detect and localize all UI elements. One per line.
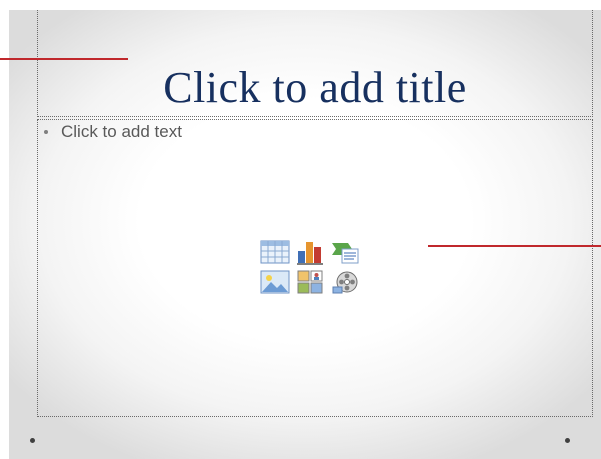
bullet-icon: [44, 130, 48, 134]
insert-media-icon[interactable]: [329, 268, 361, 296]
insert-picture-icon[interactable]: [259, 268, 291, 296]
insert-clip-art-icon[interactable]: [294, 268, 326, 296]
title-placeholder[interactable]: Click to add title: [37, 10, 593, 117]
body-placeholder-text[interactable]: Click to add text: [61, 122, 182, 142]
insert-chart-icon[interactable]: [294, 238, 326, 266]
body-text-row[interactable]: Click to add text: [44, 122, 182, 142]
content-icon-grid: [259, 238, 363, 298]
slide-corner-dot-left: [30, 438, 35, 443]
title-placeholder-text[interactable]: Click to add title: [38, 64, 592, 112]
insert-table-icon[interactable]: [259, 238, 291, 266]
title-callout-line: [0, 58, 128, 60]
content-placeholder[interactable]: Click to add text: [37, 119, 593, 417]
content-callout-line: [428, 245, 601, 247]
insert-smartart-icon[interactable]: [329, 238, 361, 266]
slide-canvas: Click to add title Click to add text: [9, 10, 601, 459]
slide-corner-dot-right: [565, 438, 570, 443]
